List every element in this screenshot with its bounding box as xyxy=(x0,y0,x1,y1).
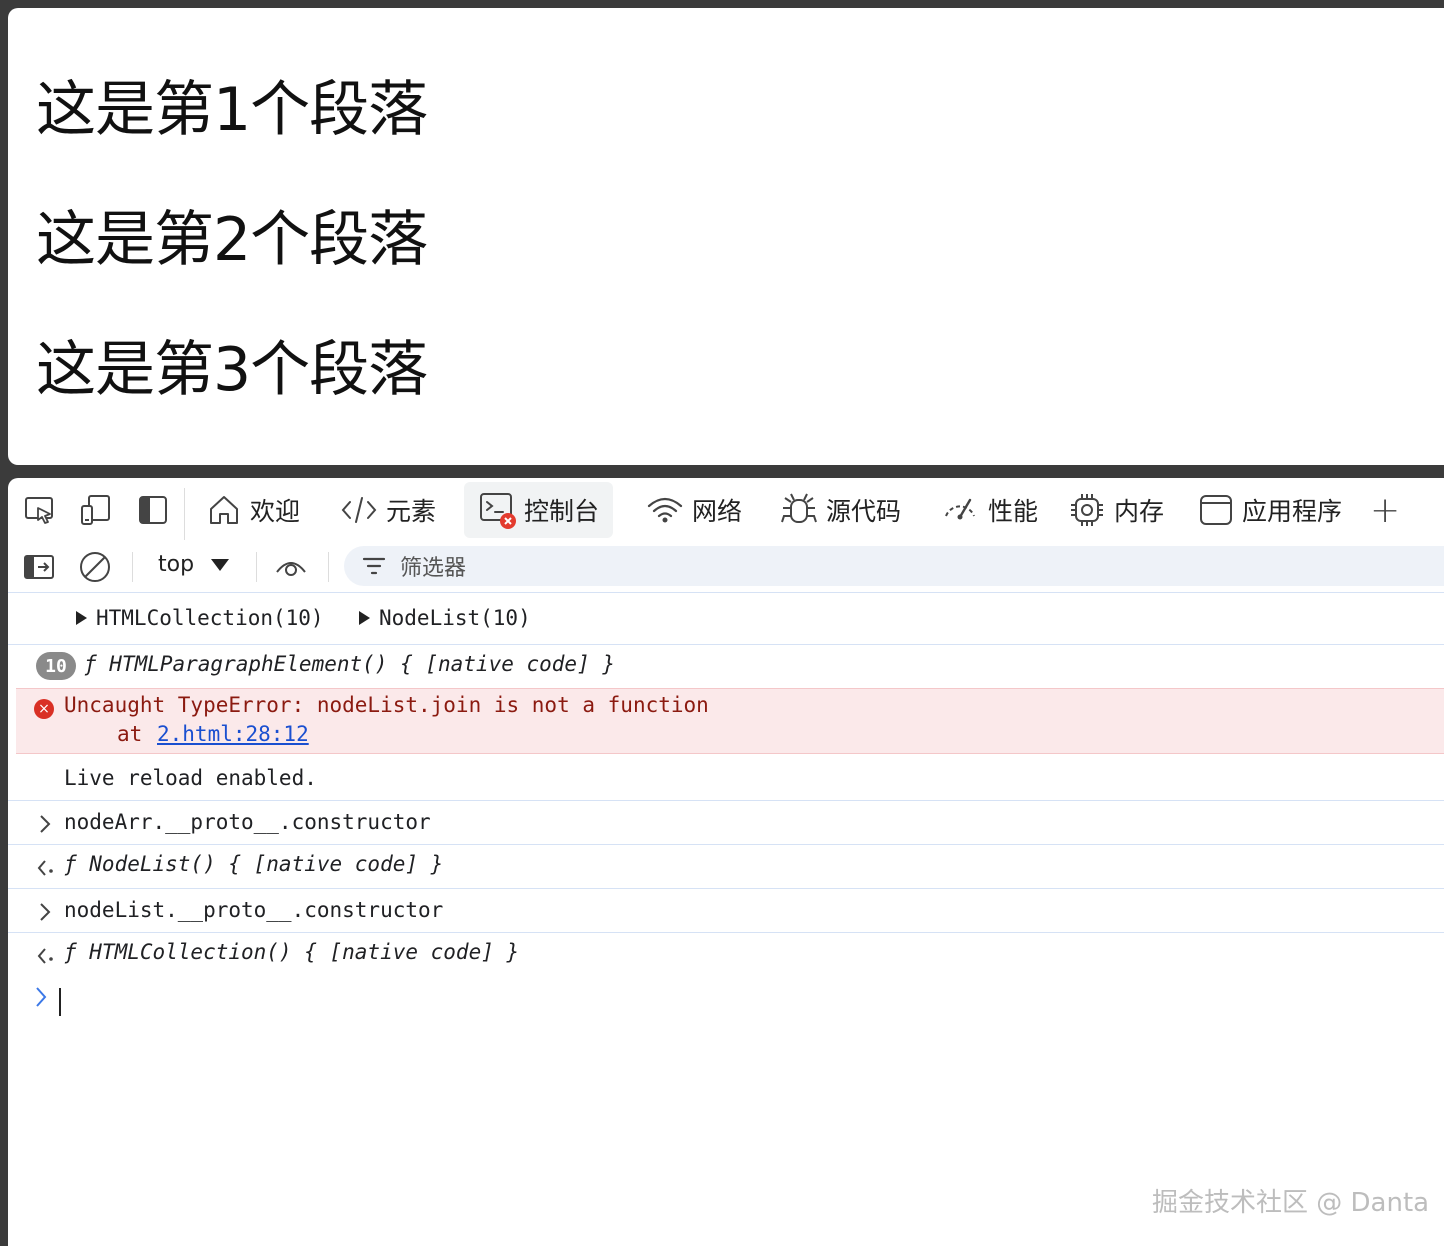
console-output-2: ƒ HTMLCollection() { [native code] } xyxy=(8,936,1444,972)
error-at-text: at xyxy=(117,722,155,746)
output-text: ƒ NodeList() { [native code] } xyxy=(64,852,444,876)
tab-network[interactable]: 网络 xyxy=(646,482,742,538)
tab-application[interactable]: 应用程序 xyxy=(1198,482,1342,538)
device-emulation-icon[interactable] xyxy=(78,492,114,528)
console-input-1: nodeArr.__proto__.constructor xyxy=(8,806,1444,842)
input-chevron-icon xyxy=(40,815,51,833)
console-divider xyxy=(8,888,1444,889)
prompt-chevron-icon xyxy=(36,987,47,1007)
tab-memory[interactable]: 内存 xyxy=(1068,482,1164,538)
console-output-1: ƒ NodeList() { [native code] } xyxy=(8,848,1444,884)
page-viewport: 这是第1个段落 这是第2个段落 这是第3个段落 xyxy=(8,8,1444,465)
toolbar-separator xyxy=(328,552,329,582)
result-arrow-icon xyxy=(37,948,53,964)
console-divider xyxy=(8,932,1444,933)
collection-b-label[interactable]: NodeList(10) xyxy=(379,606,531,630)
tab-application-label: 应用程序 xyxy=(1242,497,1343,526)
tab-separator xyxy=(184,488,185,540)
tab-console-label: 控制台 xyxy=(524,497,600,526)
console-prompt[interactable] xyxy=(8,982,1444,1022)
console-divider xyxy=(8,800,1444,801)
context-selector[interactable]: top xyxy=(158,552,230,577)
devtools-panel: 欢迎 元素 控制台 网络 源代码 性能 内存 应用程序 + top 筛选器 HT… xyxy=(8,478,1444,1246)
tab-memory-label: 内存 xyxy=(1114,497,1165,526)
repeat-message-text: ƒ HTMLParagraphElement() { [native code]… xyxy=(84,652,616,676)
bug-icon xyxy=(781,493,817,523)
tab-welcome[interactable]: 欢迎 xyxy=(206,482,300,538)
text-cursor xyxy=(59,988,61,1016)
clear-console-icon[interactable] xyxy=(78,550,112,584)
show-sidebar-icon[interactable] xyxy=(22,550,56,584)
tab-sources-label: 源代码 xyxy=(826,497,902,526)
add-tab-button[interactable]: + xyxy=(1370,482,1400,538)
collection-a-label[interactable]: HTMLCollection(10) xyxy=(96,606,324,630)
chip-icon xyxy=(1071,494,1103,526)
expand-triangle-icon[interactable] xyxy=(76,611,87,625)
log-text: Live reload enabled. xyxy=(64,766,317,790)
paragraph-1: 这是第1个段落 xyxy=(36,75,428,145)
tab-performance-label: 性能 xyxy=(988,497,1039,526)
tab-welcome-label: 欢迎 xyxy=(250,497,301,526)
live-expression-eye-icon[interactable] xyxy=(274,550,308,584)
tab-console[interactable]: 控制台 xyxy=(464,482,614,538)
console-log-live-reload: Live reload enabled. xyxy=(8,764,1444,800)
app-window-icon xyxy=(1200,495,1232,525)
tab-elements-label: 元素 xyxy=(386,497,437,526)
repeat-count-badge: 10 xyxy=(36,652,76,680)
console-message-repeat: 10 ƒ HTMLParagraphElement() { [native co… xyxy=(8,644,1444,688)
watermark: 掘金技术社区 @ Danta xyxy=(1152,1188,1430,1218)
console-divider xyxy=(8,844,1444,845)
console-input-2: nodeList.__proto__.constructor xyxy=(8,894,1444,930)
paragraph-3: 这是第3个段落 xyxy=(36,335,428,405)
code-icon xyxy=(341,497,377,523)
error-text: Uncaught TypeError: nodeList.join is not… xyxy=(64,693,709,717)
filter-icon xyxy=(362,557,386,575)
console-toolbar: top 筛选器 xyxy=(8,540,1444,592)
filter-placeholder: 筛选器 xyxy=(400,556,467,581)
input-text: nodeList.__proto__.constructor xyxy=(64,898,444,922)
console-error-message: × Uncaught TypeError: nodeList.join is n… xyxy=(16,688,1444,754)
tab-performance[interactable]: 性能 xyxy=(940,482,1038,538)
input-chevron-icon xyxy=(40,903,51,921)
toolbar-separator xyxy=(132,552,133,582)
wifi-icon xyxy=(647,497,683,523)
devtools-tab-bar: 欢迎 元素 控制台 网络 源代码 性能 内存 应用程序 + xyxy=(8,478,1444,540)
tab-sources[interactable]: 源代码 xyxy=(780,482,901,538)
error-icon: × xyxy=(34,699,54,719)
result-arrow-icon xyxy=(37,860,53,876)
paragraph-2: 这是第2个段落 xyxy=(36,205,428,275)
tab-elements[interactable]: 元素 xyxy=(340,482,436,538)
output-text: ƒ HTMLCollection() { [native code] } xyxy=(64,940,520,964)
error-source-link[interactable]: 2.html:28:12 xyxy=(157,722,309,746)
inspect-element-icon[interactable] xyxy=(22,492,58,528)
dock-side-icon[interactable] xyxy=(135,492,171,528)
tab-network-label: 网络 xyxy=(692,497,743,526)
console-message-collections: HTMLCollection(10) NodeList(10) xyxy=(8,604,1444,636)
gauge-icon xyxy=(945,498,975,520)
dropdown-arrow-icon xyxy=(211,558,230,571)
toolbar-separator xyxy=(256,552,257,582)
console-icon xyxy=(480,493,516,529)
filter-input[interactable]: 筛选器 xyxy=(344,546,1444,586)
context-label: top xyxy=(158,552,195,577)
home-icon xyxy=(210,496,238,524)
console-divider xyxy=(8,592,1444,593)
input-text: nodeArr.__proto__.constructor xyxy=(64,810,431,834)
expand-triangle-icon[interactable] xyxy=(359,611,370,625)
